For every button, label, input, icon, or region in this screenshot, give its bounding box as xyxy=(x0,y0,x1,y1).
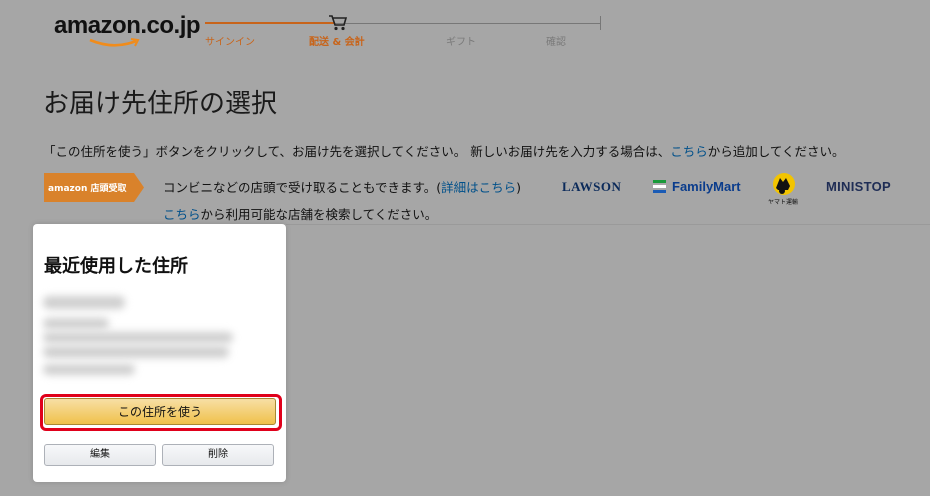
store-search-link[interactable]: こちら xyxy=(163,207,201,222)
recent-address-card: 最近使用した住所 この住所を使う 編集 削除 xyxy=(33,224,286,482)
add-address-link[interactable]: こちら xyxy=(670,144,708,159)
familymart-logo: FamilyMart xyxy=(653,179,741,194)
pickup-line1-suffix: ) xyxy=(516,180,522,195)
use-this-address-button[interactable]: この住所を使う xyxy=(44,398,276,425)
progress-end-tick xyxy=(600,16,601,30)
instruction-suffix: から追加してください。 xyxy=(707,144,845,159)
pickup-line1-prefix: コンビニなどの店頭で受け取ることもできます。( xyxy=(163,180,442,195)
pickup-line2-suffix: から利用可能な店舗を検索してください。 xyxy=(200,207,438,222)
pickup-search-text: こちらから利用可能な店舗を検索してください。 xyxy=(163,204,437,223)
lawson-logo: LAWSON xyxy=(562,179,622,194)
familymart-stripes-icon xyxy=(653,180,666,193)
section-divider xyxy=(286,224,930,225)
delete-address-button[interactable]: 削除 xyxy=(162,444,274,466)
step-confirm: 確認 xyxy=(546,37,566,48)
amazon-logo[interactable]: amazon.co.jp xyxy=(54,12,201,47)
step-signin: サインイン xyxy=(205,37,255,48)
checkout-progress: サインイン 配送 & 会計 ギフト 確認 xyxy=(205,16,601,48)
smile-arrow-icon xyxy=(89,38,140,47)
page-title: お届け先住所の選択 xyxy=(43,89,278,119)
logo-text: amazon.co.jp xyxy=(54,12,201,39)
yamato-label: ヤマト運輸 xyxy=(768,199,799,206)
ministop-logo: MINISTOP xyxy=(826,179,892,194)
pickup-details-link[interactable]: 詳細はこちら xyxy=(441,180,516,195)
pickup-description: コンビニなどの店頭で受け取ることもできます。(詳細はこちら) xyxy=(163,177,521,196)
edit-address-button[interactable]: 編集 xyxy=(44,444,156,466)
pickup-badge-text: amazon 店頭受取 xyxy=(48,182,127,194)
progress-fill xyxy=(205,22,335,24)
familymart-text: FamilyMart xyxy=(672,179,741,194)
card-heading: 最近使用した住所 xyxy=(44,256,188,277)
step-shipping: 配送 & 会計 xyxy=(309,37,365,48)
instruction-text: 「この住所を使う」ボタンをクリックして、お届け先を選択してください。 新しいお届… xyxy=(43,141,845,160)
store-pickup-badge: amazon 店頭受取 xyxy=(44,173,144,202)
cart-icon xyxy=(329,15,348,31)
step-gift: ギフト xyxy=(446,37,476,48)
instruction-prefix: 「この住所を使う」ボタンをクリックして、お届け先を選択してください。 新しいお届… xyxy=(43,144,671,159)
